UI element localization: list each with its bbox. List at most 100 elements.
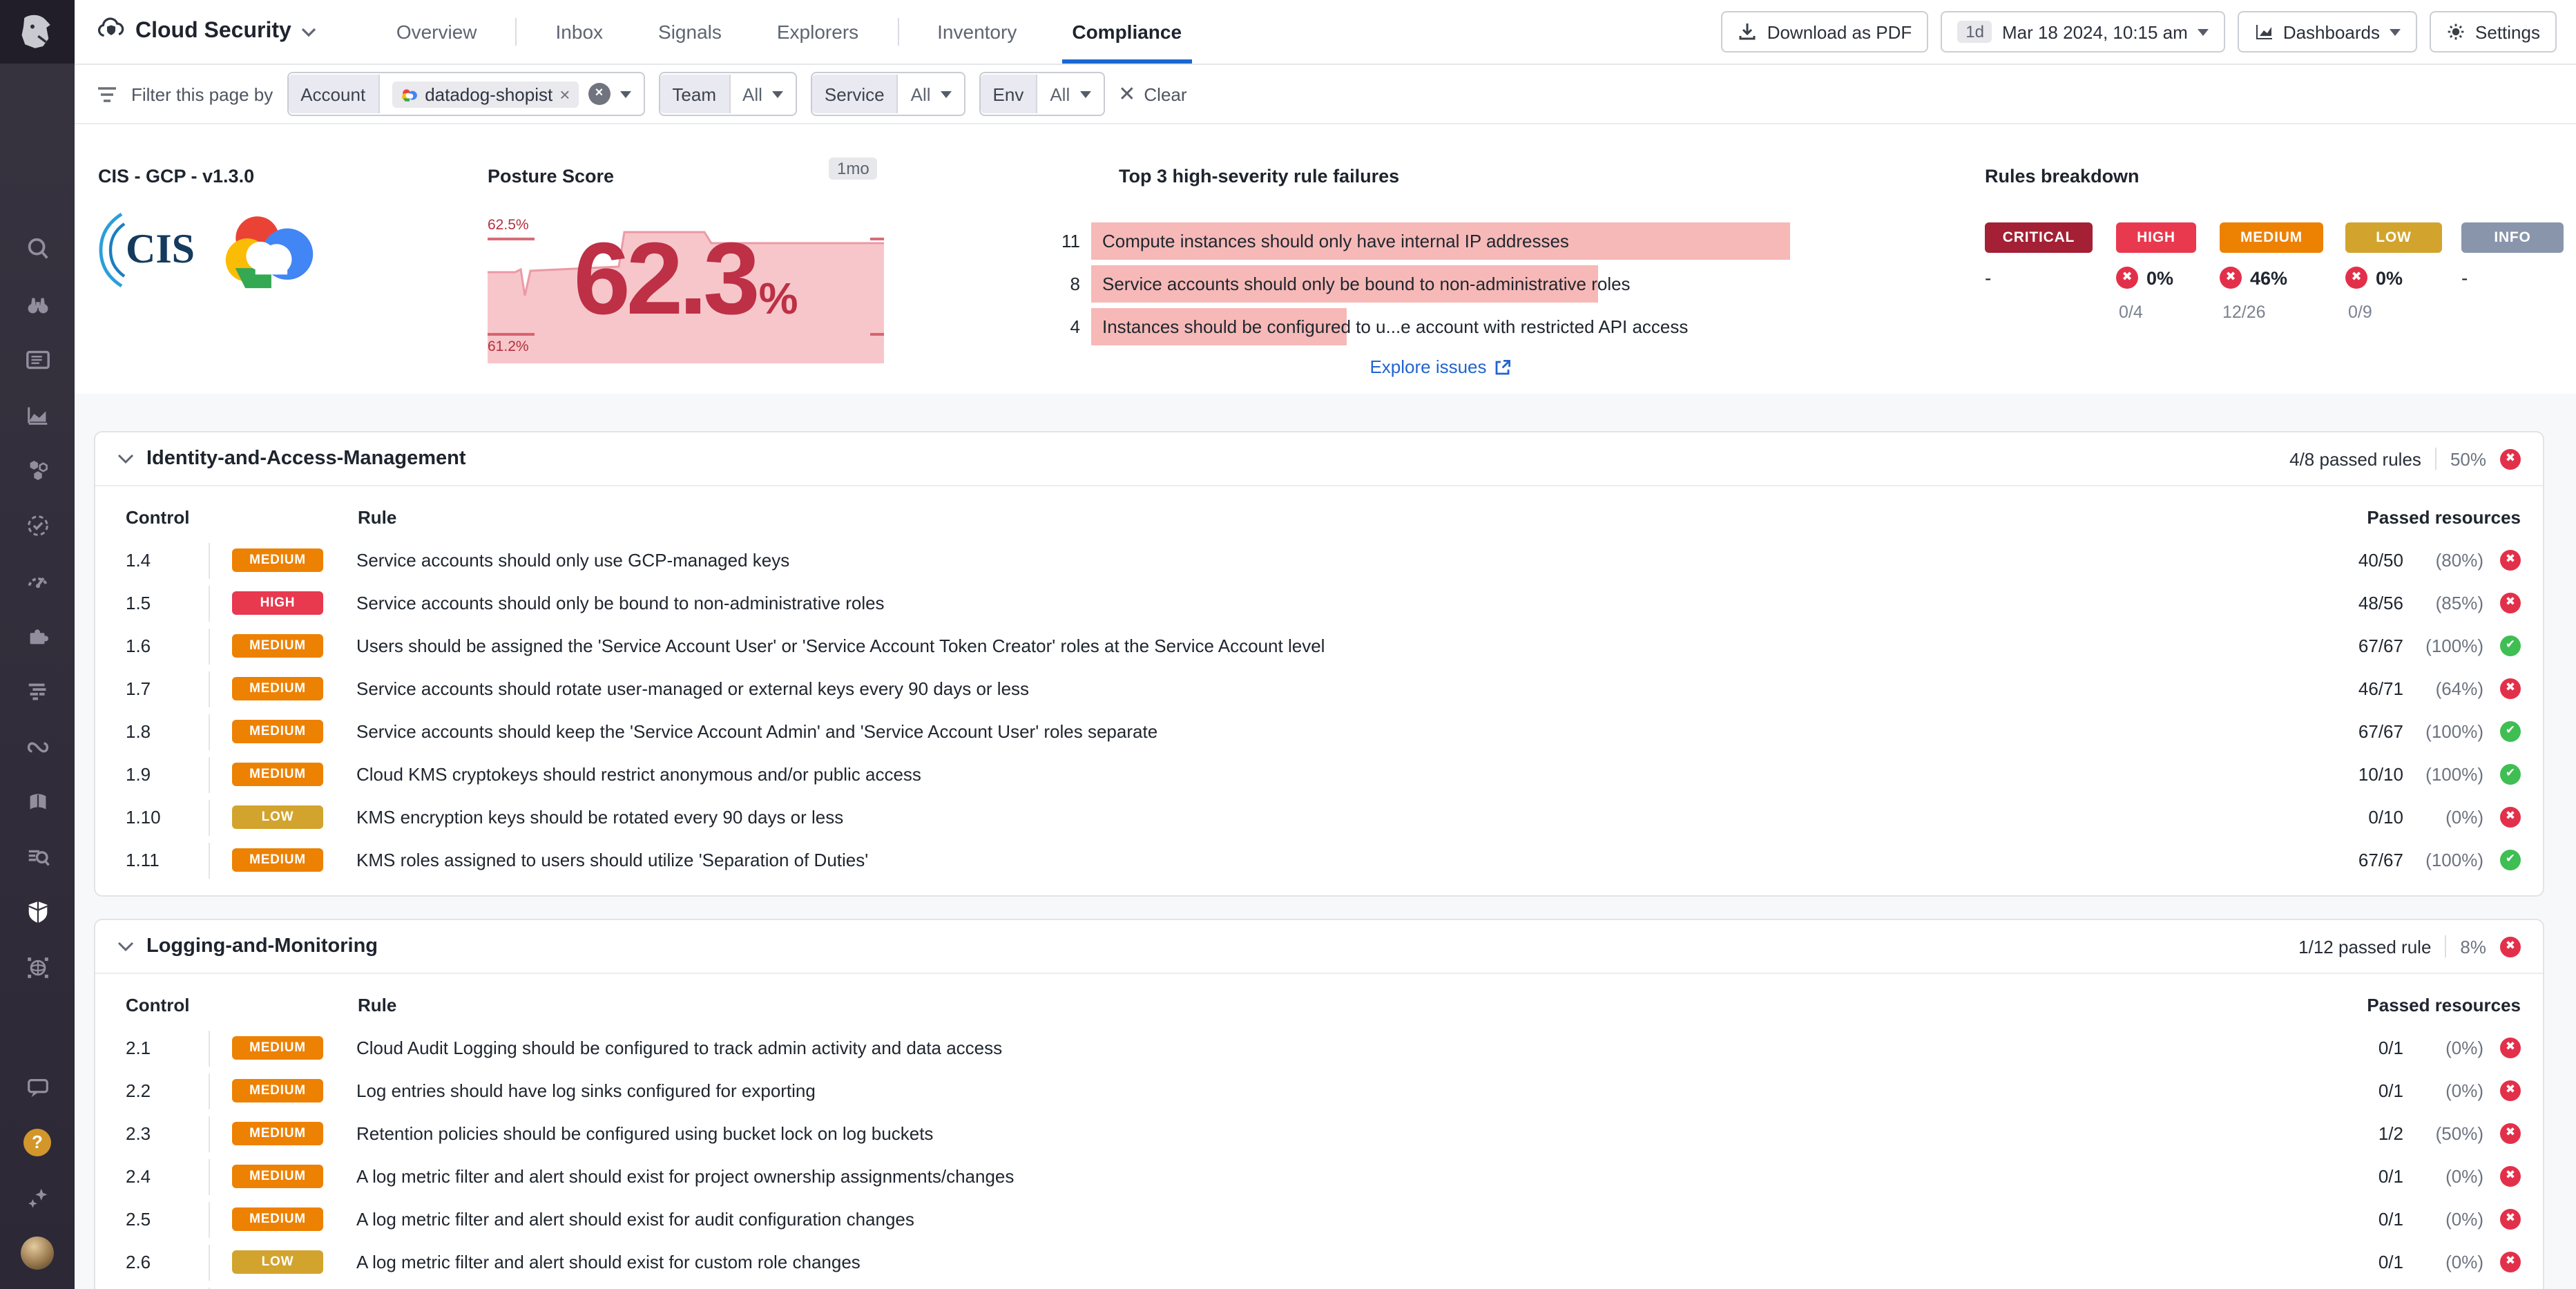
caret-down-icon [771, 90, 783, 97]
table-row[interactable]: 2.5 MEDIUM A log metric filter and alert s… [126, 1198, 2521, 1241]
clear-account-filter-icon[interactable]: × [588, 83, 611, 105]
severity-badge: MEDIUM [232, 548, 323, 572]
divider [2445, 935, 2447, 957]
status-icon: ✖ [2500, 550, 2521, 571]
failure-bar-row[interactable]: 11 Compute instances should only have int… [1044, 221, 1790, 261]
rule-cell: A log metric filter and alert should exi… [356, 1209, 914, 1230]
remove-account-chip-icon[interactable]: × [559, 84, 570, 104]
table-row[interactable]: 2.4 MEDIUM A log metric filter and alert s… [126, 1155, 2521, 1198]
table-row[interactable]: 1.5 HIGH Service accounts should only be b… [126, 582, 2521, 624]
breakdown-medium: MEDIUM ✖ 46% 12/26 [2220, 222, 2323, 322]
team-filter[interactable]: Team All [658, 72, 797, 116]
caret-down-icon [940, 90, 952, 97]
table-row[interactable]: 1.7 MEDIUM Service accounts should rotate … [126, 667, 2521, 710]
user-avatar[interactable] [10, 1225, 65, 1281]
failure-bar-row[interactable]: 4 Instances should be configured to u...e… [1044, 307, 1790, 347]
log-search-icon[interactable] [10, 829, 65, 884]
severity-badge: MEDIUM [232, 677, 323, 700]
passed-cell: 10/10 [2358, 764, 2403, 785]
rule-cell: Retention policies should be configured … [356, 1123, 934, 1144]
security-shield-icon[interactable] [10, 884, 65, 939]
severity-badge: MEDIUM [232, 720, 323, 743]
table-row[interactable]: 2.7LOWA log metric filter and alert shou… [126, 1283, 2521, 1289]
section-title: Logging-and-Monitoring [146, 935, 378, 957]
timeseries-icon[interactable] [10, 387, 65, 442]
sparkles-icon[interactable] [10, 1170, 65, 1225]
section-card: Logging-and-Monitoring 1/12 passed rule 8%… [94, 919, 2544, 1289]
severity-badge: MEDIUM [2220, 222, 2323, 253]
explore-issues-link[interactable]: Explore issues [1091, 356, 1790, 377]
table-row[interactable]: 2.6 LOW A log metric filter and alert shou… [126, 1241, 2521, 1283]
table-row[interactable]: 2.3 MEDIUM Retention policies should be co… [126, 1112, 2521, 1155]
close-icon: ✕ [1118, 83, 1136, 106]
service-filter[interactable]: Service All [810, 72, 965, 116]
binoculars-icon[interactable] [10, 276, 65, 332]
table-row[interactable]: 2.2 MEDIUM Log entries should have log sin… [126, 1069, 2521, 1112]
status-icon: ✔ [2500, 636, 2521, 656]
section-header[interactable]: Identity-and-Access-Management 4/8 passed… [95, 432, 2543, 486]
time-range-picker[interactable]: 1d Mar 18 2024, 10:15 am [1941, 11, 2225, 52]
table-row[interactable]: 1.6 MEDIUM Users should be assigned the 'S… [126, 624, 2521, 667]
tab-overview[interactable]: Overview [369, 0, 505, 64]
breakdown-fraction: 0/9 [2348, 303, 2372, 322]
dashboards-button[interactable]: Dashboards [2237, 11, 2418, 52]
section-pct: 8% [2460, 936, 2486, 957]
help-icon[interactable]: ? [10, 1115, 65, 1170]
search-icon[interactable] [10, 221, 65, 276]
account-filter[interactable]: Account datadog-shopist × × [287, 72, 645, 116]
rule-cell: Service accounts should rotate user-mana… [356, 678, 1030, 699]
chevron-down-icon [117, 454, 134, 464]
ci-check-icon[interactable] [10, 497, 65, 553]
rule-cell: KMS encryption keys should be rotated ev… [356, 807, 844, 828]
table-row[interactable]: 1.11 MEDIUM KMS roles assigned to users sh… [126, 839, 2521, 881]
section-status-icon: ✖ [2500, 936, 2521, 957]
table-row[interactable]: 1.9 MEDIUM Cloud KMS cryptokeys should res… [126, 753, 2521, 796]
rules-table: Control Rule Passed resources 2.1 MEDIUM Clou… [95, 974, 2543, 1289]
column-divider [209, 842, 210, 878]
fail-icon: ✖ [2345, 267, 2367, 289]
clear-filters-button[interactable]: ✕ Clear [1118, 82, 1186, 106]
tab-compliance[interactable]: Compliance [1044, 0, 1209, 64]
env-filter[interactable]: Env All [979, 72, 1105, 116]
settings-button[interactable]: Settings [2430, 11, 2557, 52]
workflow-icon[interactable] [10, 718, 65, 774]
chat-icon[interactable] [10, 1060, 65, 1115]
breakdown-fraction: 0/4 [2119, 303, 2143, 322]
severity-badge: MEDIUM [232, 1036, 323, 1060]
hostmap-icon[interactable] [10, 442, 65, 497]
section-header[interactable]: Logging-and-Monitoring 1/12 passed rule 8%… [95, 920, 2543, 974]
notebook-icon[interactable] [10, 774, 65, 829]
download-pdf-button[interactable]: Download as PDF [1721, 11, 1929, 52]
integrations-icon[interactable] [10, 608, 65, 663]
network-icon[interactable] [10, 939, 65, 995]
status-icon: ✖ [2500, 807, 2521, 828]
passed-cell: 0/1 [2378, 1080, 2403, 1101]
column-divider [209, 585, 210, 621]
table-row[interactable]: 1.10 LOW KMS encryption keys should be rot… [126, 796, 2521, 839]
table-row[interactable]: 1.8 MEDIUM Service accounts should keep th… [126, 710, 2521, 753]
table-row[interactable]: 2.1 MEDIUM Cloud Audit Logging should be c… [126, 1027, 2521, 1069]
tab-signals[interactable]: Signals [631, 0, 749, 64]
column-divider [209, 714, 210, 749]
rules-breakdown-title: Rules breakdown [1985, 166, 2140, 187]
product-switcher[interactable]: Cloud Security [97, 17, 316, 47]
main-area: Cloud Security Overview Inbox Signals Explo… [75, 0, 2576, 1289]
gauge-icon[interactable] [10, 553, 65, 608]
failure-bar-row[interactable]: 8 Service accounts should only be bound t… [1044, 264, 1790, 304]
tab-inbox[interactable]: Inbox [528, 0, 631, 64]
rule-cell: A log metric filter and alert should exi… [356, 1252, 861, 1272]
account-filter-chip[interactable]: datadog-shopist × [392, 81, 579, 107]
tab-explorers[interactable]: Explorers [749, 0, 886, 64]
severity-badge: MEDIUM [232, 763, 323, 786]
tab-inventory[interactable]: Inventory [910, 0, 1044, 64]
service-filter-value: All [910, 84, 931, 104]
logs-icon[interactable] [10, 663, 65, 718]
failure-count: 4 [1070, 316, 1080, 337]
datadog-logo[interactable] [0, 0, 75, 64]
framework-title: CIS - GCP - v1.3.0 [98, 166, 255, 187]
failure-count: 11 [1061, 231, 1080, 251]
breakdown-value: - [1985, 267, 1992, 289]
list-icon[interactable] [10, 332, 65, 387]
control-cell: 1.10 [126, 807, 161, 828]
table-row[interactable]: 1.4 MEDIUM Service accounts should only us… [126, 539, 2521, 582]
